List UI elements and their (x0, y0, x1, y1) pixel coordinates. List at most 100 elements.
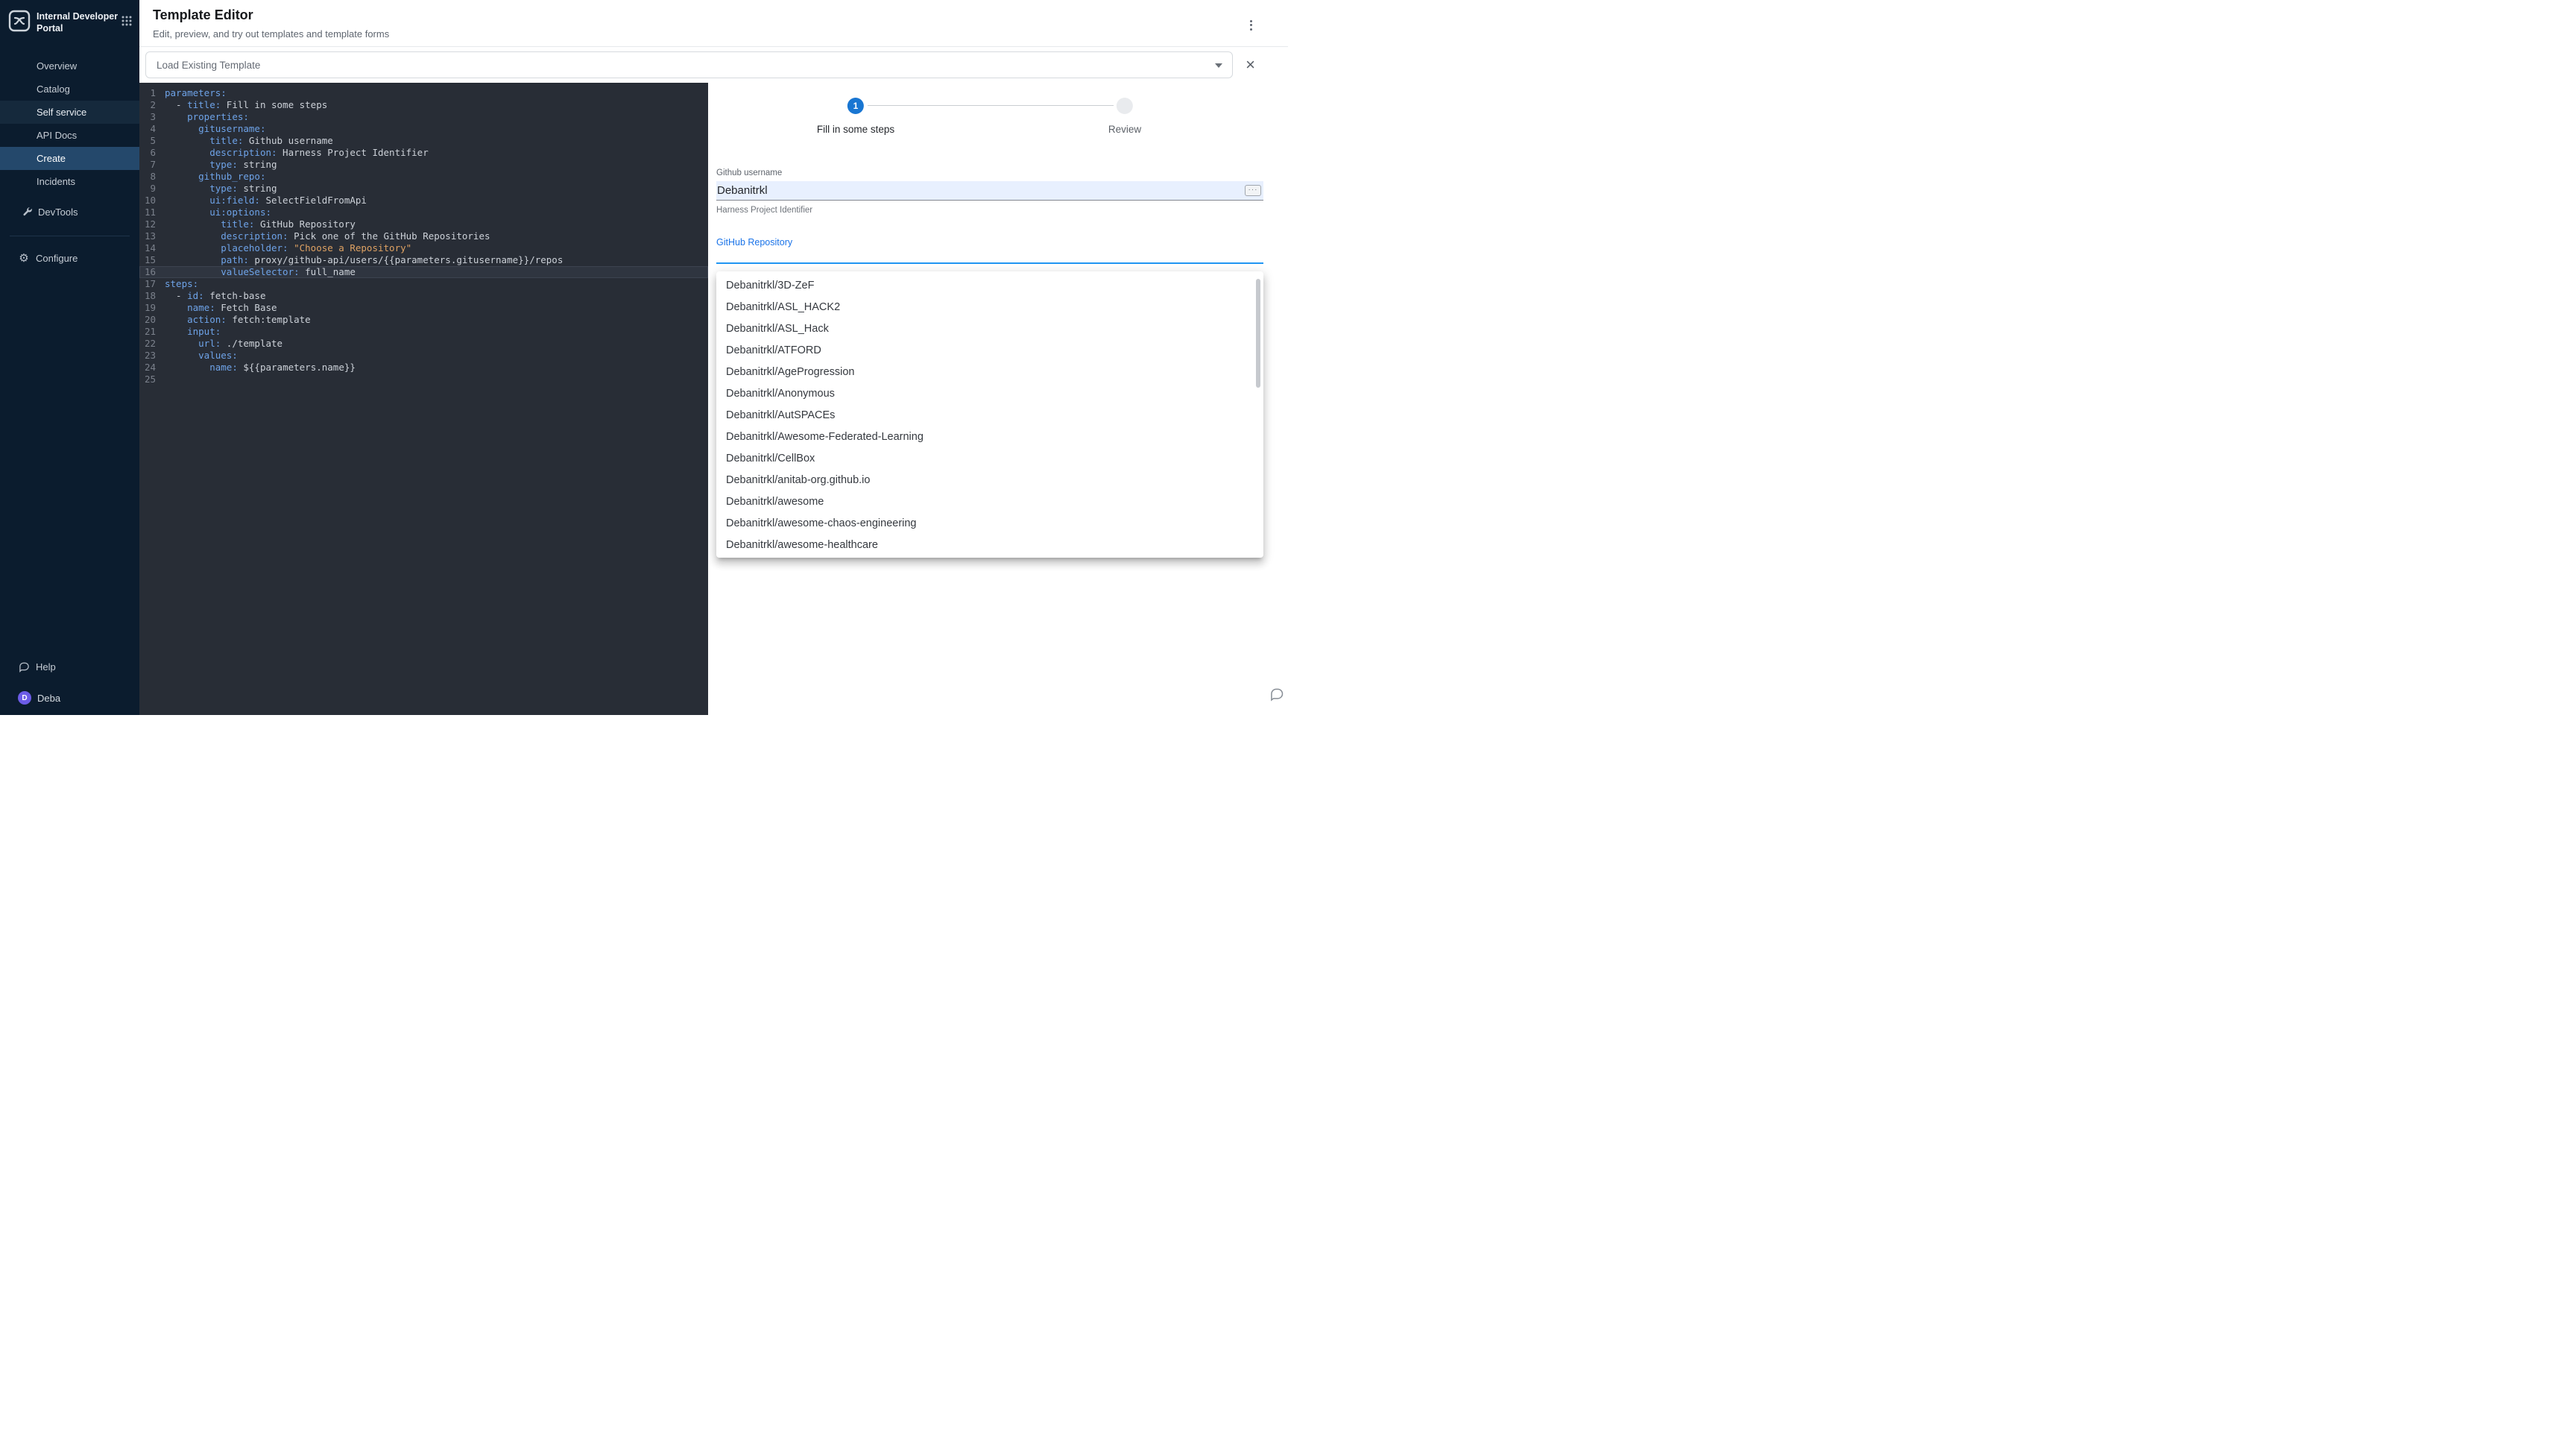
repo-option[interactable]: Debanitrkl/awesome (716, 491, 1263, 513)
line-number: 25 (139, 374, 156, 385)
line-content: properties: (156, 111, 249, 123)
user-menu[interactable]: D Deba (0, 687, 139, 709)
line-content: name: ${{parameters.name}} (156, 362, 356, 374)
line-number: 21 (139, 326, 156, 338)
line-content: ui:options: (156, 207, 271, 218)
page-title: Template Editor (153, 7, 1288, 23)
page-subtitle: Edit, preview, and try out templates and… (153, 28, 1288, 40)
help-chat-icon (18, 661, 30, 673)
line-number: 20 (139, 314, 156, 326)
repo-option[interactable]: Debanitrkl/3D-ZeF (716, 275, 1263, 297)
toolbar: Load Existing Template × (139, 47, 1288, 83)
portal-title-line1: Internal Developer (37, 11, 118, 22)
help-label: Help (36, 661, 56, 673)
code-line: 19 name: Fetch Base (139, 302, 708, 314)
line-content: url: ./template (156, 338, 282, 350)
line-number: 18 (139, 290, 156, 302)
kebab-menu-icon[interactable] (1248, 16, 1254, 34)
stepper-step-2-label: Review (1108, 124, 1141, 135)
line-number: 1 (139, 87, 156, 99)
line-content: title: Github username (156, 135, 333, 147)
repo-option[interactable]: Debanitrkl/Awesome-Federated-Learning (716, 426, 1263, 448)
stepper-step-1: 1 Fill in some steps (817, 98, 894, 135)
line-number: 22 (139, 338, 156, 350)
repo-option[interactable]: Debanitrkl/CellBox (716, 448, 1263, 470)
repo-option[interactable]: Debanitrkl/AgeProgression (716, 362, 1263, 383)
stepper-step-2-circle (1117, 98, 1133, 114)
line-content: steps: (156, 278, 198, 290)
code-line: 21 input: (139, 326, 708, 338)
line-number: 17 (139, 278, 156, 290)
github-username-helper: Harness Project Identifier (716, 206, 1263, 215)
line-number: 19 (139, 302, 156, 314)
line-content: description: Harness Project Identifier (156, 147, 429, 159)
github-repository-input[interactable] (716, 248, 1263, 264)
code-line: 24 name: ${{parameters.name}} (139, 362, 708, 374)
portal-title-line2: Portal (37, 23, 63, 34)
line-content: description: Pick one of the GitHub Repo… (156, 230, 490, 242)
sidebar-item-configure[interactable]: ⚙ Configure (0, 247, 139, 270)
apps-grid-icon[interactable] (121, 16, 132, 30)
code-line: 5 title: Github username (139, 135, 708, 147)
line-content: gitusername: (156, 123, 265, 135)
repo-option[interactable]: Debanitrkl/ASL_Hack (716, 318, 1263, 340)
code-line: 1parameters: (139, 87, 708, 99)
repo-option[interactable]: Debanitrkl/awesome-healthcare (716, 535, 1263, 556)
sidebar-item-devtools[interactable]: DevTools (0, 201, 139, 224)
repo-option[interactable]: Debanitrkl/Anonymous (716, 383, 1263, 405)
load-template-select[interactable]: Load Existing Template (145, 51, 1233, 78)
line-content: parameters: (156, 87, 227, 99)
github-username-input[interactable]: Debanitrkl ··· (716, 181, 1263, 201)
sidebar-item-create[interactable]: Create (0, 147, 139, 170)
line-number: 5 (139, 135, 156, 147)
autofill-ellipsis-icon[interactable]: ··· (1245, 185, 1261, 196)
code-line: 12 title: GitHub Repository (139, 218, 708, 230)
chevron-down-icon (1215, 63, 1222, 68)
repo-option[interactable]: Debanitrkl/AutSPACEs (716, 405, 1263, 426)
dropdown-scrollbar[interactable] (1256, 279, 1260, 388)
line-number: 3 (139, 111, 156, 123)
code-line: 9 type: string (139, 183, 708, 195)
line-content: github_repo: (156, 171, 265, 183)
code-line: 22 url: ./template (139, 338, 708, 350)
sidebar-item-self-service[interactable]: Self service (0, 101, 139, 124)
line-content: input: (156, 326, 221, 338)
feedback-chat-icon[interactable] (1269, 687, 1284, 702)
help-button[interactable]: Help (0, 655, 139, 678)
sidebar-spacer (0, 270, 139, 656)
code-line: 4 gitusername: (139, 123, 708, 135)
code-line: 23 values: (139, 350, 708, 362)
sidebar-item-overview[interactable]: Overview (0, 54, 139, 78)
close-icon[interactable]: × (1246, 57, 1255, 73)
line-number: 6 (139, 147, 156, 159)
line-content: placeholder: "Choose a Repository" (156, 242, 411, 254)
line-number: 7 (139, 159, 156, 171)
sidebar-item-api-docs[interactable]: API Docs (0, 124, 139, 147)
line-number: 12 (139, 218, 156, 230)
repo-option[interactable]: Debanitrkl/ATFORD (716, 340, 1263, 362)
line-number: 15 (139, 254, 156, 266)
content-split: 1parameters:2 - title: Fill in some step… (139, 83, 1288, 715)
sidebar: Internal Developer Portal OverviewCatalo… (0, 0, 139, 715)
form-preview-panel: 1 Fill in some steps Review Github usern… (708, 83, 1288, 715)
line-content: title: GitHub Repository (156, 218, 356, 230)
code-line: 8 github_repo: (139, 171, 708, 183)
repo-option[interactable]: Debanitrkl/ASL_HACK2 (716, 297, 1263, 318)
code-line: 18 - id: fetch-base (139, 290, 708, 302)
sidebar-item-incidents[interactable]: Incidents (0, 170, 139, 193)
code-line: 14 placeholder: "Choose a Repository" (139, 242, 708, 254)
sidebar-item-catalog[interactable]: Catalog (0, 78, 139, 101)
avatar: D (18, 691, 31, 705)
repo-option[interactable]: Debanitrkl/anitab-org.github.io (716, 470, 1263, 491)
code-editor[interactable]: 1parameters:2 - title: Fill in some step… (139, 83, 708, 715)
line-content: ui:field: SelectFieldFromApi (156, 195, 367, 207)
line-content: action: fetch:template (156, 314, 311, 326)
sidebar-header: Internal Developer Portal (0, 0, 139, 35)
repository-dropdown: Debanitrkl/3D-ZeFDebanitrkl/ASL_HACK2Deb… (716, 271, 1263, 558)
repo-option[interactable]: Debanitrkl/awesome-chaos-engineering (716, 513, 1263, 535)
portal-title: Internal Developer Portal (37, 10, 118, 35)
stepper: 1 Fill in some steps Review (708, 83, 1288, 151)
line-number: 14 (139, 242, 156, 254)
line-content: type: string (156, 159, 277, 171)
stepper-connector (868, 105, 1114, 106)
